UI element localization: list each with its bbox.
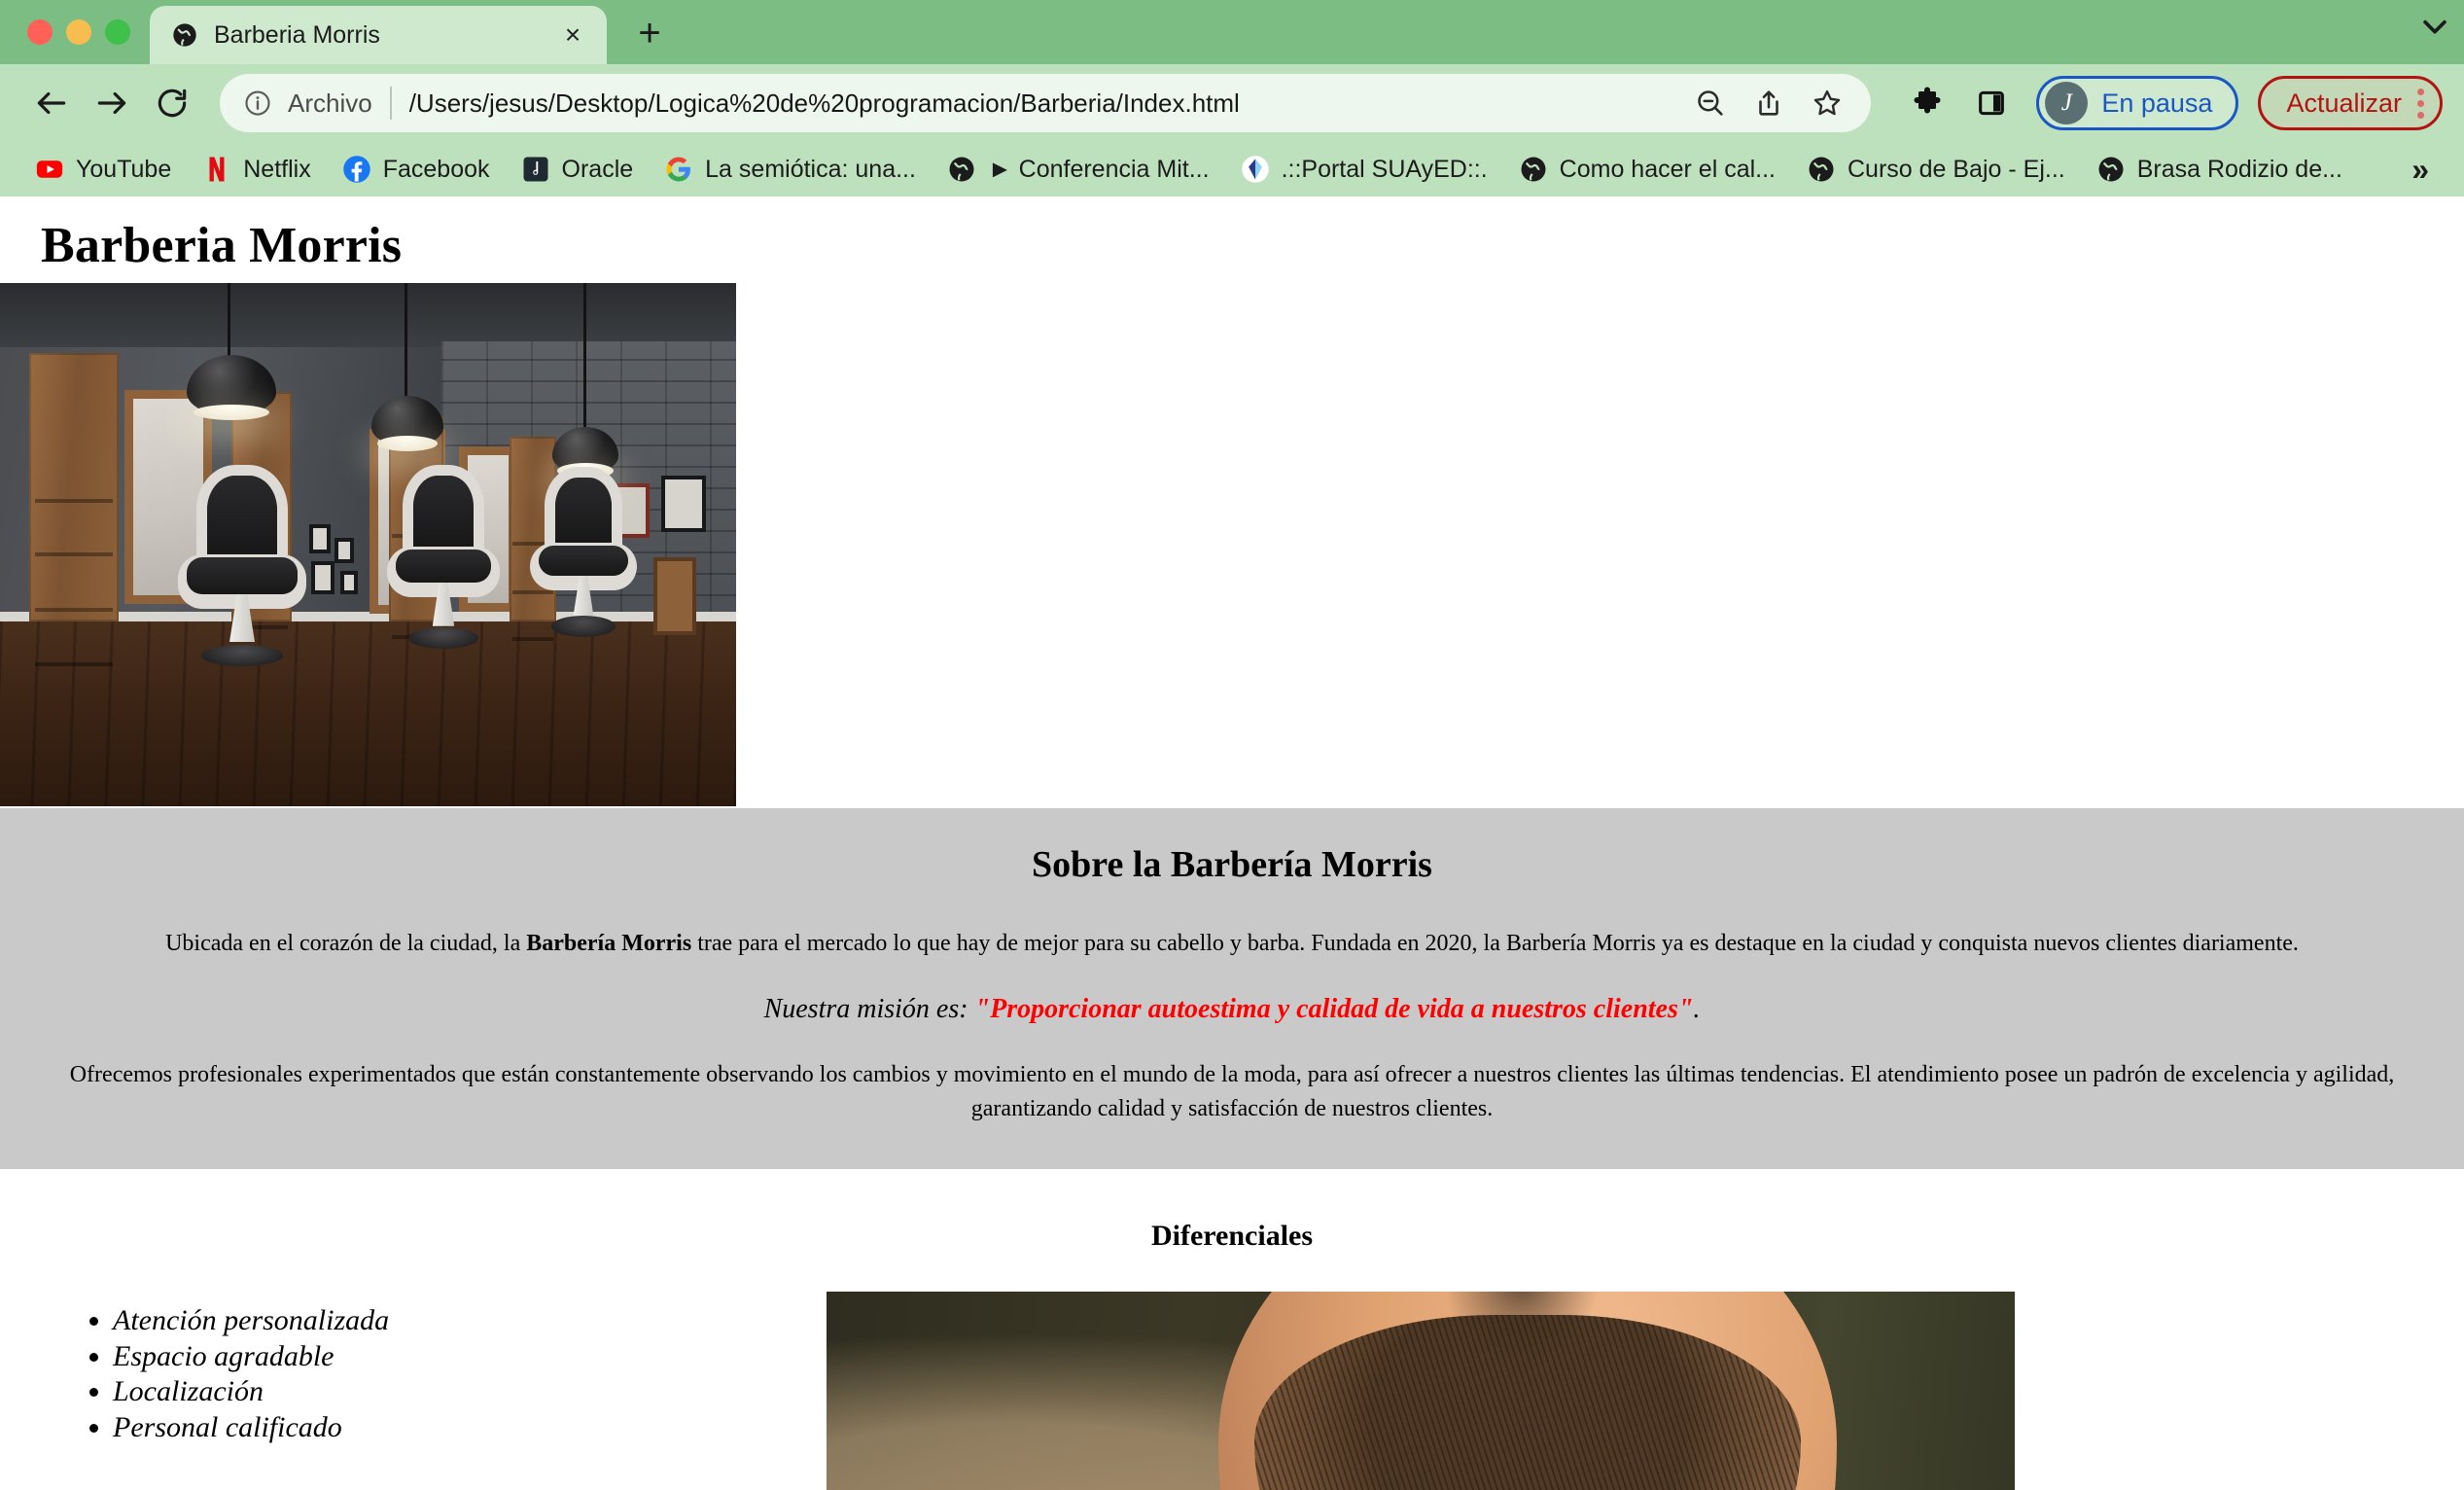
bookmark-facebook[interactable]: Facebook [327,147,506,192]
suayed-icon [1241,155,1270,184]
close-icon[interactable]: × [556,18,589,52]
mission-end: . [1693,993,1701,1024]
url-text[interactable]: /Users/jesus/Desktop/Logica%20de%20progr… [392,89,1675,119]
minimize-window-button[interactable] [66,19,91,45]
close-window-button[interactable] [27,19,53,45]
omnibox-actions [1674,81,1849,125]
barbershop-scene-art [0,283,736,806]
list-item: Atención personalizada [113,1303,827,1339]
globe-icon [2096,155,2126,184]
bookmark-label: Facebook [382,155,490,183]
share-icon[interactable] [1746,81,1791,125]
bookmarks-overflow-button[interactable]: » [2394,152,2446,188]
update-label: Actualizar [2286,88,2402,118]
globe-icon [171,21,198,49]
url-scheme-label: Archivo [288,88,372,118]
page-title: Barberia Morris [41,218,403,273]
bookmark-curso-de-bajo[interactable]: Curso de Bajo - Ej... [1791,147,2081,192]
page-viewport: Barberia Morris Sobre la Barbería Morris… [0,196,2464,1490]
zoom-out-icon[interactable] [1688,81,1733,125]
forward-arrow-icon[interactable] [82,73,142,133]
reload-icon[interactable] [142,73,202,133]
info-circle-icon[interactable] [241,87,274,120]
differentials-section: Diferenciales Atención personalizada Esp… [0,1168,2464,1490]
puzzle-icon[interactable] [1902,78,1953,128]
barbershop-interior-image [0,283,736,806]
kebab-menu-icon[interactable] [2417,88,2424,119]
tab-barberia-morris[interactable]: Barberia Morris × [150,6,607,64]
differentials-heading: Diferenciales [1150,1219,1314,1252]
netflix-icon [202,155,231,184]
beard-closeup-image [827,1291,2015,1490]
globe-icon [1519,155,1548,184]
profile-status-label: En pausa [2101,88,2213,118]
bookmark-portal-suayed[interactable]: .::Portal SUAyED::. [1225,147,1503,192]
browser-toolbar: Archivo /Users/jesus/Desktop/Logica%20de… [0,64,2464,142]
back-arrow-icon[interactable] [21,73,82,133]
bookmark-la-semiotica[interactable]: La semiótica: una... [649,147,932,192]
bookmarks-bar: YouTube Netflix Facebook Oracle La semió… [0,142,2464,196]
star-icon[interactable] [1805,81,1849,125]
mission-paragraph: Nuestra misión es: "Proporcionar autoest… [0,990,2464,1030]
bookmark-label: Brasa Rodizio de... [2136,155,2342,183]
oracle-icon [521,155,550,184]
list-item: Espacio agradable [113,1339,827,1375]
bookmark-label: Oracle [561,155,634,183]
bookmark-label: YouTube [76,155,172,183]
differentials-list: Atención personalizada Espacio agradable… [0,1292,827,1445]
about-heading: Sobre la Barbería Morris [1032,844,1432,885]
bookmark-label: La semiótica: una... [705,155,916,183]
maximize-window-button[interactable] [105,19,130,45]
youtube-icon [35,155,64,184]
bookmark-brasa-rodizio[interactable]: Brasa Rodizio de... [2081,147,2358,192]
browser-chrome: Barberia Morris × + Archivo /Users/jesus… [0,0,2464,196]
beard-scene-art [827,1291,2015,1490]
bookmark-netflix[interactable]: Netflix [187,147,326,192]
list-item: Localización [113,1374,827,1410]
about-paragraph-3: Ofrecemos profesionales experimentados q… [69,1062,2395,1122]
bookmark-label: Como hacer el cal... [1559,155,1776,183]
mission-label: Nuestra misión es: [763,993,975,1024]
differentials-body: Atención personalizada Espacio agradable… [0,1291,2464,1490]
side-panel-icon[interactable] [1966,78,2017,128]
new-tab-button[interactable]: + [622,6,677,60]
bookmark-label: Curso de Bajo - Ej... [1848,155,2065,183]
update-button[interactable]: Actualizar [2258,76,2443,130]
avatar: J [2045,82,2089,124]
window-controls [0,19,150,64]
bookmark-label: ► Conferencia Mit... [987,155,1210,183]
tab-title: Barberia Morris [214,20,380,49]
mission-quote: "Proporcionar autoestima y calidad de vi… [974,993,1694,1024]
about-p1-post: trae para el mercado lo que hay de mejor… [691,931,2299,956]
profile-button[interactable]: J En pausa [2036,76,2239,130]
bookmark-como-hacer-el-cal[interactable]: Como hacer el cal... [1503,147,1791,192]
address-bar[interactable]: Archivo /Users/jesus/Desktop/Logica%20de… [220,74,1872,132]
bookmark-label: .::Portal SUAyED::. [1281,155,1488,183]
google-icon [664,155,693,184]
facebook-icon [342,155,371,184]
about-paragraph-1: Ubicada en el corazón de la ciudad, la B… [0,927,2464,961]
browser-window: Barberia Morris × + Archivo /Users/jesus… [0,0,2464,1490]
bookmark-youtube[interactable]: YouTube [19,147,187,192]
chevron-down-icon[interactable] [2406,0,2464,58]
about-p1-bold: Barbería Morris [526,931,692,956]
bookmark-oracle[interactable]: Oracle [506,147,650,192]
about-p1-pre: Ubicada en el corazón de la ciudad, la [165,931,527,956]
about-section: Sobre la Barbería Morris Ubicada en el c… [0,808,2464,1169]
bookmark-conferencia[interactable]: ► Conferencia Mit... [932,147,1225,192]
globe-icon [1807,155,1836,184]
list-item: Personal calificado [113,1410,827,1446]
tab-strip: Barberia Morris × + [0,0,2464,64]
bookmark-label: Netflix [243,155,311,183]
globe-icon [947,155,976,184]
